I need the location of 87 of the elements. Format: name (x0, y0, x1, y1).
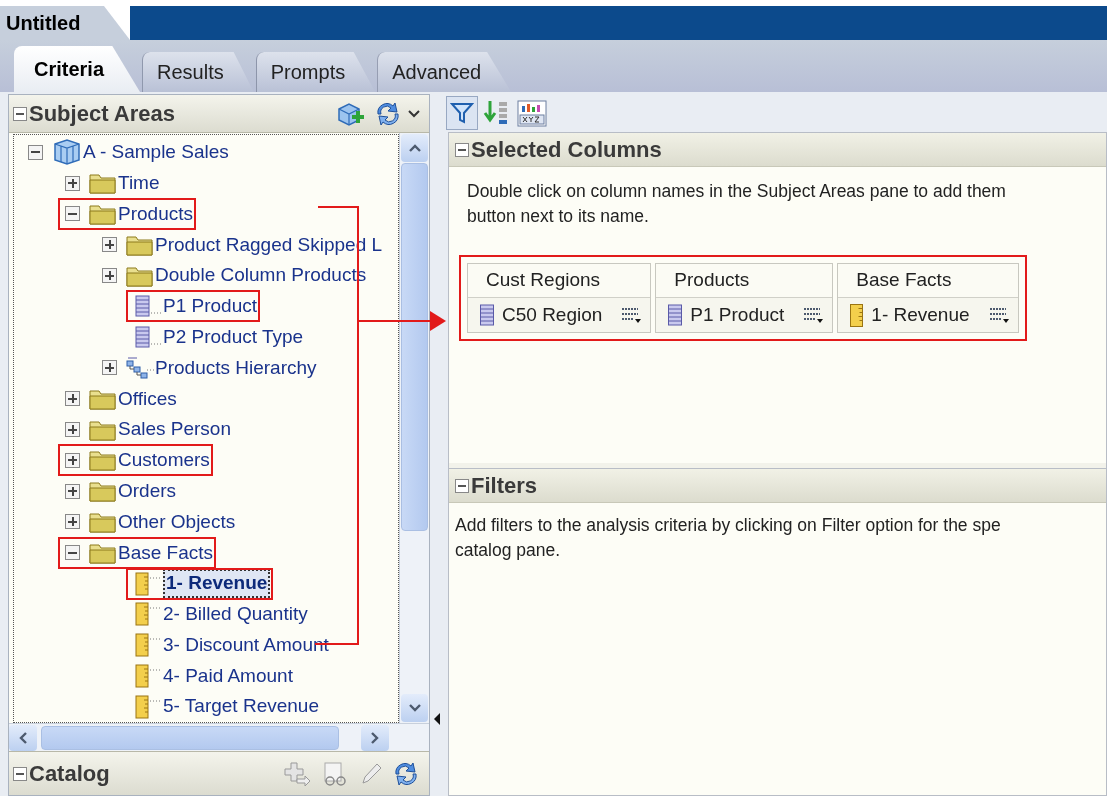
tree-item[interactable]: A - Sample Sales (22, 137, 231, 168)
scroll-left-button[interactable] (9, 724, 37, 751)
scroll-right-button[interactable] (361, 724, 389, 751)
scroll-down-button[interactable] (401, 694, 428, 722)
instruction-text: Double click on column names in the Subject Areas pane to add them button next to its name. (466, 180, 1007, 228)
expand-toggle[interactable] (102, 360, 117, 376)
scroll-up-button[interactable] (401, 134, 428, 162)
tree-item[interactable]: 4- Paid Amount (127, 660, 295, 691)
column-folder-label: Cust Regions (468, 264, 651, 298)
column-chip[interactable]: P1 Product (656, 298, 833, 332)
tree-item[interactable]: Offices (59, 383, 179, 414)
collapse-toggle[interactable] (13, 766, 27, 781)
collapse-toggle[interactable] (455, 478, 469, 493)
collapse-toggle[interactable] (455, 142, 469, 157)
tree-item[interactable]: P1 Product (127, 291, 259, 322)
filter-button[interactable] (446, 96, 478, 130)
collapse-toggle[interactable] (28, 144, 43, 160)
folder-icon (88, 448, 118, 473)
column-menu-icon[interactable] (987, 305, 1012, 325)
tree-item[interactable]: Products Hierarchy (96, 352, 319, 383)
chevron-up-icon (407, 143, 422, 153)
tree-item[interactable]: P2 Product Type (127, 322, 306, 353)
horizontal-scrollbar[interactable] (9, 723, 429, 751)
column-card[interactable]: Products P1 Product (655, 263, 834, 333)
ruler-icon (133, 602, 163, 627)
tree-item[interactable]: Other Objects (59, 506, 238, 537)
chevron-down-icon (407, 703, 422, 713)
ruler-icon (133, 571, 163, 596)
filter-icon (450, 101, 474, 125)
cube-icon (51, 138, 83, 167)
column-folder-label: Products (656, 264, 833, 298)
column-icon (480, 304, 494, 326)
folder-icon (88, 479, 118, 504)
expand-toggle[interactable] (65, 514, 80, 530)
column-card[interactable]: Base Facts 1- Revenue (837, 263, 1019, 333)
scroll-thumb[interactable] (41, 725, 339, 750)
tab[interactable]: Criteria (14, 46, 141, 92)
chevron-down-icon[interactable] (407, 108, 421, 119)
tree-item[interactable]: Base Facts (59, 537, 216, 568)
chevron-right-icon (370, 730, 380, 745)
scroll-thumb[interactable] (401, 163, 428, 531)
expand-toggle[interactable] (65, 422, 80, 438)
column-icon (133, 325, 163, 350)
column-icon (133, 294, 163, 319)
column-chip[interactable]: C50 Region (468, 298, 651, 332)
ruler-icon (133, 694, 163, 719)
tree-item[interactable]: 5- Target Revenue (127, 691, 321, 722)
collapse-toggle[interactable] (65, 206, 80, 222)
tree-item[interactable]: Time (59, 168, 162, 199)
ruler-icon (850, 303, 864, 327)
collapse-toggle[interactable] (13, 106, 27, 121)
column-card[interactable]: Cust Regions C50 Region (467, 263, 652, 333)
expand-toggle[interactable] (65, 175, 80, 191)
expand-toggle[interactable] (65, 391, 80, 407)
panel-title: Selected Columns (471, 136, 662, 164)
document-tab[interactable]: Untitled (0, 6, 130, 40)
expand-toggle[interactable] (65, 483, 80, 499)
tree-item[interactable]: Orders (59, 476, 179, 507)
tree-item[interactable]: Sales Person (59, 414, 233, 445)
tree-item[interactable]: Products (59, 199, 195, 229)
instruction-text: Add filters to the analysis criteria by clicking on Filter option for the spe catalog pane. (454, 514, 1002, 562)
tree-item[interactable]: 2- Billed Quantity (127, 599, 310, 630)
hierarchy-icon (125, 355, 155, 380)
collapse-arrow-icon[interactable] (433, 712, 441, 726)
panel-title: Subject Areas (29, 100, 175, 128)
tab[interactable]: Advanced (377, 52, 512, 92)
folder-icon (88, 202, 118, 226)
add-cube-icon[interactable] (335, 100, 365, 127)
column-chip[interactable]: 1- Revenue (838, 298, 1018, 332)
column-folder-label: Base Facts (838, 264, 1018, 298)
tree-item[interactable]: Customers (59, 445, 212, 476)
expand-toggle[interactable] (65, 452, 80, 468)
column-icon (668, 304, 683, 326)
ruler-icon (133, 663, 163, 688)
chevron-left-icon (18, 730, 28, 745)
chart-icon[interactable] (516, 98, 548, 128)
panel-title: Filters (471, 472, 538, 500)
panel-title: Catalog (29, 760, 110, 788)
ruler-icon (133, 633, 163, 658)
collapse-toggle[interactable] (65, 545, 80, 561)
tab[interactable]: Prompts (255, 52, 376, 92)
tree-item[interactable]: 3- Discount Amount (127, 630, 331, 661)
tab[interactable]: Results (142, 52, 254, 92)
expand-toggle[interactable] (102, 268, 117, 284)
vertical-scrollbar[interactable] (399, 133, 429, 723)
expand-toggle[interactable] (102, 237, 117, 253)
folder-icon (88, 171, 118, 196)
